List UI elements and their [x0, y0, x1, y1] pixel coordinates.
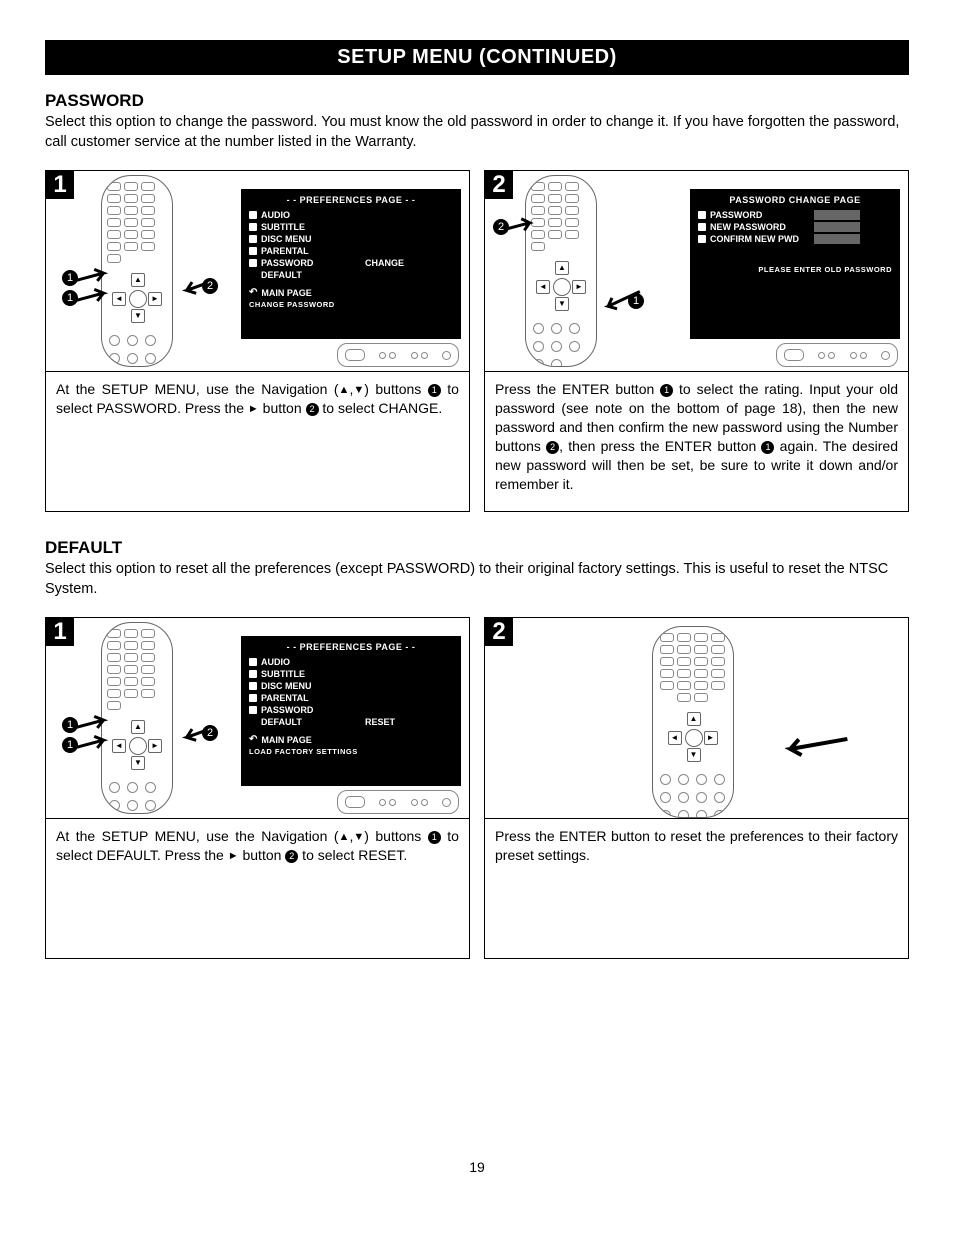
password-step2-box: 2 ▲▼ ◄►: [484, 170, 909, 512]
return-arrow-icon: ↶: [249, 287, 257, 298]
circ-1-icon: 1: [428, 831, 441, 844]
password-step1-text: At the SETUP MENU, use the Navigation (▲…: [46, 371, 469, 511]
default-step2-image: 2 ▲▼ ◄►: [485, 618, 908, 818]
player-device-icon: [776, 343, 898, 367]
circ-2-icon: 2: [546, 441, 559, 454]
default-step2-text: Press the ENTER button to reset the pref…: [485, 818, 908, 958]
callout-arrow-2: 2: [176, 723, 216, 748]
osd-mainpage: MAIN PAGE: [261, 735, 311, 745]
input-box-icon: [814, 222, 860, 232]
key-icon: [698, 211, 706, 219]
section-desc-default: Select this option to reset all the pref…: [45, 560, 909, 599]
osd-row-password: PASSWORD: [710, 210, 810, 220]
osd-item-password: PASSWORD: [261, 258, 361, 268]
osd-preferences-screen: - - PREFERENCES PAGE - - AUDIO SUBTITLE …: [241, 636, 461, 786]
osd-password-change-screen: PASSWORD CHANGE PAGE PASSWORD NEW PASSWO…: [690, 189, 900, 339]
password-steps-row: 1 ▲▼ ◄►: [45, 170, 909, 512]
dpad-icon: ▲▼ ◄►: [112, 720, 162, 770]
default-step1-text: At the SETUP MENU, use the Navigation (▲…: [46, 818, 469, 958]
osd-item-parental: PARENTAL: [261, 246, 361, 256]
step-number: 1: [46, 618, 74, 646]
page-title: SETUP MENU (CONTINUED): [45, 40, 909, 75]
tri-right-icon: ►: [248, 402, 259, 417]
password-step2-text: Press the ENTER button 1 to select the r…: [485, 371, 908, 511]
osd-status: PLEASE ENTER OLD PASSWORD: [698, 265, 892, 274]
section-heading-default: DEFAULT: [45, 538, 909, 558]
dpad-icon: ▲▼ ◄►: [112, 273, 162, 323]
dpad-icon: ▲▼ ◄►: [668, 712, 718, 762]
tri-up-icon: ▲: [339, 383, 350, 398]
default-step1-image: 1 ▲▼ ◄►: [46, 618, 469, 818]
player-device-icon: [337, 343, 459, 367]
osd-item-discmenu: DISC MENU: [261, 681, 361, 691]
circ-1-icon: 1: [761, 441, 774, 454]
password-step2-image: 2 ▲▼ ◄►: [485, 171, 908, 371]
callout-arrow-1b: 1: [64, 733, 114, 758]
osd-value-change: CHANGE: [365, 258, 404, 268]
osd-title: PASSWORD CHANGE PAGE: [698, 195, 892, 205]
section-heading-password: PASSWORD: [45, 91, 909, 111]
osd-item-discmenu: DISC MENU: [261, 234, 361, 244]
default-step2-box: 2 ▲▼ ◄►: [484, 617, 909, 959]
key-icon: [698, 235, 706, 243]
callout-arrow: [778, 733, 848, 760]
remote-illustration: ▲▼ ◄►: [525, 175, 615, 365]
tri-right-icon: ►: [228, 849, 239, 864]
osd-mainpage: MAIN PAGE: [261, 288, 311, 298]
return-arrow-icon: ↶: [249, 734, 257, 745]
osd-item-password: PASSWORD: [261, 705, 361, 715]
osd-item-default: DEFAULT: [261, 717, 361, 727]
osd-item-audio: AUDIO: [261, 657, 361, 667]
default-steps-row: 1 ▲▼ ◄►: [45, 617, 909, 959]
osd-preferences-screen: - - PREFERENCES PAGE - - AUDIO SUBTITLE …: [241, 189, 461, 339]
remote-illustration: ▲▼ ◄►: [101, 622, 191, 812]
osd-item-subtitle: SUBTITLE: [261, 222, 361, 232]
input-box-icon: [814, 210, 860, 220]
osd-item-parental: PARENTAL: [261, 693, 361, 703]
input-box-icon: [814, 234, 860, 244]
osd-status: LOAD FACTORY SETTINGS: [249, 747, 453, 756]
osd-title: - - PREFERENCES PAGE - -: [249, 642, 453, 652]
tri-down-icon: ▼: [353, 383, 364, 398]
password-step1-image: 1 ▲▼ ◄►: [46, 171, 469, 371]
player-device-icon: [337, 790, 459, 814]
osd-item-default: DEFAULT: [261, 270, 361, 280]
remote-illustration: ▲▼ ◄►: [652, 626, 742, 816]
remote-illustration: ▲▼ ◄►: [101, 175, 191, 365]
callout-arrow-2: 2: [495, 216, 540, 239]
osd-title: - - PREFERENCES PAGE - -: [249, 195, 453, 205]
password-step1-box: 1 ▲▼ ◄►: [45, 170, 470, 512]
tri-up-icon: ▲: [339, 830, 350, 845]
tri-down-icon: ▼: [353, 830, 364, 845]
osd-status: CHANGE PASSWORD: [249, 300, 453, 309]
dpad-icon: ▲▼ ◄►: [536, 261, 586, 311]
osd-row-confirmpwd: CONFIRM NEW PWD: [710, 234, 810, 244]
key-icon: [249, 706, 257, 714]
key-icon: [698, 223, 706, 231]
step-number: 2: [485, 171, 513, 199]
callout-arrow-2: 2: [176, 276, 216, 301]
step-number: 2: [485, 618, 513, 646]
osd-row-newpassword: NEW PASSWORD: [710, 222, 810, 232]
callout-arrow-1: 1: [597, 291, 642, 314]
page-number: 19: [45, 1159, 909, 1175]
circ-1-icon: 1: [660, 384, 673, 397]
default-step1-box: 1 ▲▼ ◄►: [45, 617, 470, 959]
circ-1-icon: 1: [428, 384, 441, 397]
osd-item-subtitle: SUBTITLE: [261, 669, 361, 679]
key-icon: [249, 259, 257, 267]
section-desc-password: Select this option to change the passwor…: [45, 113, 909, 152]
circ-2-icon: 2: [285, 850, 298, 863]
step-number: 1: [46, 171, 74, 199]
callout-arrow-1b: 1: [64, 286, 114, 311]
osd-item-audio: AUDIO: [261, 210, 361, 220]
osd-value-reset: RESET: [365, 717, 395, 727]
circ-2-icon: 2: [306, 403, 319, 416]
